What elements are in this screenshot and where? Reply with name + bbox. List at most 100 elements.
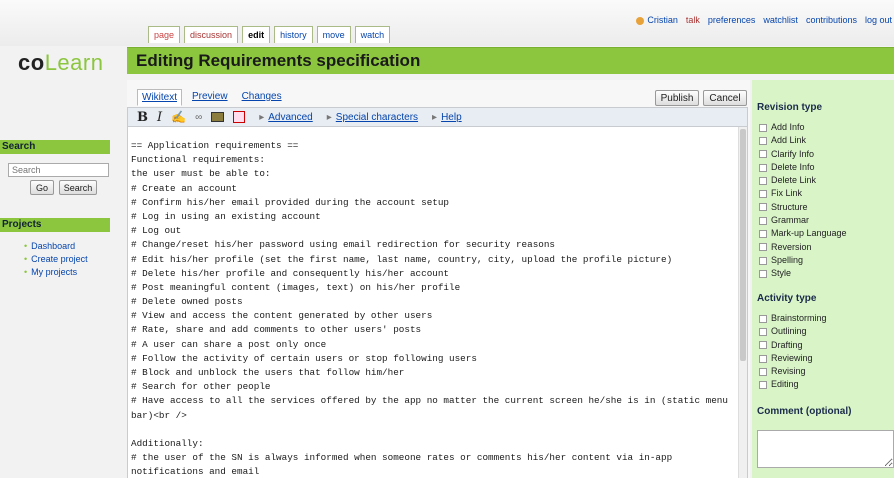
checkbox-item[interactable]: Add Info bbox=[759, 121, 847, 134]
link-icon[interactable]: ∞ bbox=[195, 112, 202, 123]
comment-input[interactable] bbox=[757, 430, 894, 468]
toolbar-menu-advanced[interactable]: Advanced bbox=[259, 112, 312, 123]
editor-tab-changes[interactable]: Changes bbox=[238, 89, 286, 106]
checkbox[interactable] bbox=[759, 243, 767, 252]
activity-type-list: Brainstorming Outlining Drafting Reviewing R… bbox=[759, 312, 827, 392]
wikitext-line: == Application requirements == bbox=[131, 140, 299, 151]
search-button[interactable]: Search bbox=[59, 180, 97, 195]
checkbox-label: Clarify Info bbox=[771, 148, 815, 159]
checkbox-label: Fix Link bbox=[771, 188, 803, 199]
checkbox[interactable] bbox=[759, 203, 767, 212]
checkbox-label: Add Info bbox=[771, 122, 805, 132]
checkbox-item[interactable]: Add Link bbox=[759, 134, 847, 147]
checkbox[interactable] bbox=[759, 123, 767, 132]
revision-type-list: Add Info Add Link Clarify Info Delete Info D… bbox=[759, 121, 847, 281]
user-link[interactable]: Cristian bbox=[636, 15, 678, 25]
checkbox[interactable] bbox=[759, 190, 767, 199]
wikitext-line: # Confirm his/her email provided during … bbox=[131, 196, 450, 208]
wikitext-line: # View and access the content generated … bbox=[131, 310, 433, 322]
page-tabs: page discussion edit history move watch bbox=[148, 23, 394, 43]
logo-co: co bbox=[18, 50, 45, 75]
user-link-preferences[interactable]: preferences bbox=[708, 15, 756, 25]
wikitext-line: # Follow the activity of certain users o… bbox=[131, 352, 477, 364]
wikitext-line: # Delete owned posts bbox=[131, 296, 243, 308]
checkbox-item[interactable]: Editing bbox=[759, 378, 827, 391]
checkbox-item[interactable]: Fix Link bbox=[759, 187, 847, 200]
checkbox-item[interactable]: Drafting bbox=[759, 339, 827, 352]
embedded-image-icon[interactable] bbox=[211, 112, 225, 122]
editor-tab-wikitext[interactable]: Wikitext bbox=[137, 89, 182, 106]
checkbox[interactable] bbox=[759, 150, 767, 159]
go-button[interactable]: Go bbox=[30, 180, 54, 195]
wikitext-content: == Application requirements == Functional… bbox=[131, 139, 736, 478]
checkbox[interactable] bbox=[759, 327, 767, 336]
checkbox[interactable] bbox=[759, 341, 767, 350]
wikitext-textarea[interactable]: == Application requirements == Functional… bbox=[127, 127, 748, 478]
wikitext-line: # Block and unblock the users that follo… bbox=[131, 367, 405, 378]
page-title: Editing Requirements specification bbox=[136, 51, 421, 70]
checkbox[interactable] bbox=[759, 136, 767, 145]
checkbox-item[interactable]: Mark-up Language bbox=[759, 227, 847, 240]
checkbox-item[interactable]: Delete Link bbox=[759, 174, 847, 187]
editor-panel: Wikitext Preview Changes Publish Cancel B … bbox=[127, 80, 750, 478]
tab-move[interactable]: move bbox=[316, 26, 351, 43]
tab-page[interactable]: page bbox=[148, 26, 181, 43]
tab-history[interactable]: history bbox=[274, 26, 313, 43]
user-link-log-out[interactable]: log out bbox=[865, 15, 892, 25]
wikitext-line: # Rate, share and add comments to other … bbox=[131, 324, 422, 336]
user-link-watchlist[interactable]: watchlist bbox=[763, 15, 798, 25]
checkbox-label: Mark-up Language bbox=[771, 228, 847, 239]
checkbox[interactable] bbox=[759, 314, 767, 323]
wikitext-line: # Have access to all the services offere… bbox=[131, 395, 728, 407]
checkbox-item[interactable]: Reversion bbox=[759, 241, 847, 254]
toolbar-menu-help[interactable]: Help bbox=[432, 112, 462, 123]
checkbox[interactable] bbox=[759, 216, 767, 225]
checkbox[interactable] bbox=[759, 230, 767, 239]
checkbox-item[interactable]: Brainstorming bbox=[759, 312, 827, 325]
italic-icon[interactable]: I bbox=[157, 110, 162, 125]
checkbox-label: Revising bbox=[771, 366, 806, 377]
checkbox-item[interactable]: Delete Info bbox=[759, 161, 847, 174]
checkbox[interactable] bbox=[759, 163, 767, 172]
checkbox-item[interactable]: Revising bbox=[759, 365, 827, 378]
tab-watch[interactable]: watch bbox=[354, 26, 391, 43]
project-link[interactable]: Create project bbox=[24, 253, 88, 266]
project-link[interactable]: Dashboard bbox=[24, 240, 88, 253]
user-link-talk[interactable]: talk bbox=[686, 15, 700, 25]
wikitext-line: # the user of the SN is always informed … bbox=[131, 452, 673, 464]
checkbox[interactable] bbox=[759, 256, 767, 265]
checkbox-label: Reviewing bbox=[771, 352, 813, 363]
title-bar: Editing Requirements specification bbox=[127, 47, 894, 74]
search-input[interactable] bbox=[8, 163, 109, 177]
cancel-button[interactable]: Cancel bbox=[703, 90, 747, 106]
site-logo[interactable]: coLearn bbox=[18, 50, 103, 76]
scrollbar-thumb[interactable] bbox=[740, 129, 746, 361]
checkbox-item[interactable]: Outlining bbox=[759, 325, 827, 338]
tab-edit[interactable]: edit bbox=[242, 26, 271, 43]
project-link[interactable]: My projects bbox=[24, 266, 88, 279]
checkbox[interactable] bbox=[759, 269, 767, 278]
signature-icon[interactable]: ✍ bbox=[171, 110, 186, 124]
checkbox-item[interactable]: Grammar bbox=[759, 214, 847, 227]
wikitext-line: notifications and email bbox=[131, 466, 260, 478]
checkbox-label: Reversion bbox=[771, 241, 812, 252]
textarea-scrollbar[interactable] bbox=[738, 127, 747, 478]
checkbox[interactable] bbox=[759, 367, 767, 376]
logo-learn: Learn bbox=[44, 50, 104, 75]
checkbox-item[interactable]: Style bbox=[759, 267, 847, 280]
media-icon[interactable] bbox=[233, 111, 246, 123]
checkbox-item[interactable]: Reviewing bbox=[759, 352, 827, 365]
checkbox-item[interactable]: Structure bbox=[759, 201, 847, 214]
publish-button[interactable]: Publish bbox=[655, 90, 699, 106]
checkbox-item[interactable]: Spelling bbox=[759, 254, 847, 267]
toolbar-menu-special-characters[interactable]: Special characters bbox=[327, 112, 418, 123]
checkbox[interactable] bbox=[759, 354, 767, 363]
tab-discussion[interactable]: discussion bbox=[184, 26, 239, 43]
user-link-contributions[interactable]: contributions bbox=[806, 15, 857, 25]
bold-icon[interactable]: B bbox=[137, 110, 148, 125]
checkbox-item[interactable]: Clarify Info bbox=[759, 148, 847, 161]
checkbox[interactable] bbox=[759, 176, 767, 185]
wikitext-line: bar)<br /> bbox=[131, 409, 187, 421]
editor-tab-preview[interactable]: Preview bbox=[188, 89, 232, 106]
checkbox[interactable] bbox=[759, 381, 767, 390]
